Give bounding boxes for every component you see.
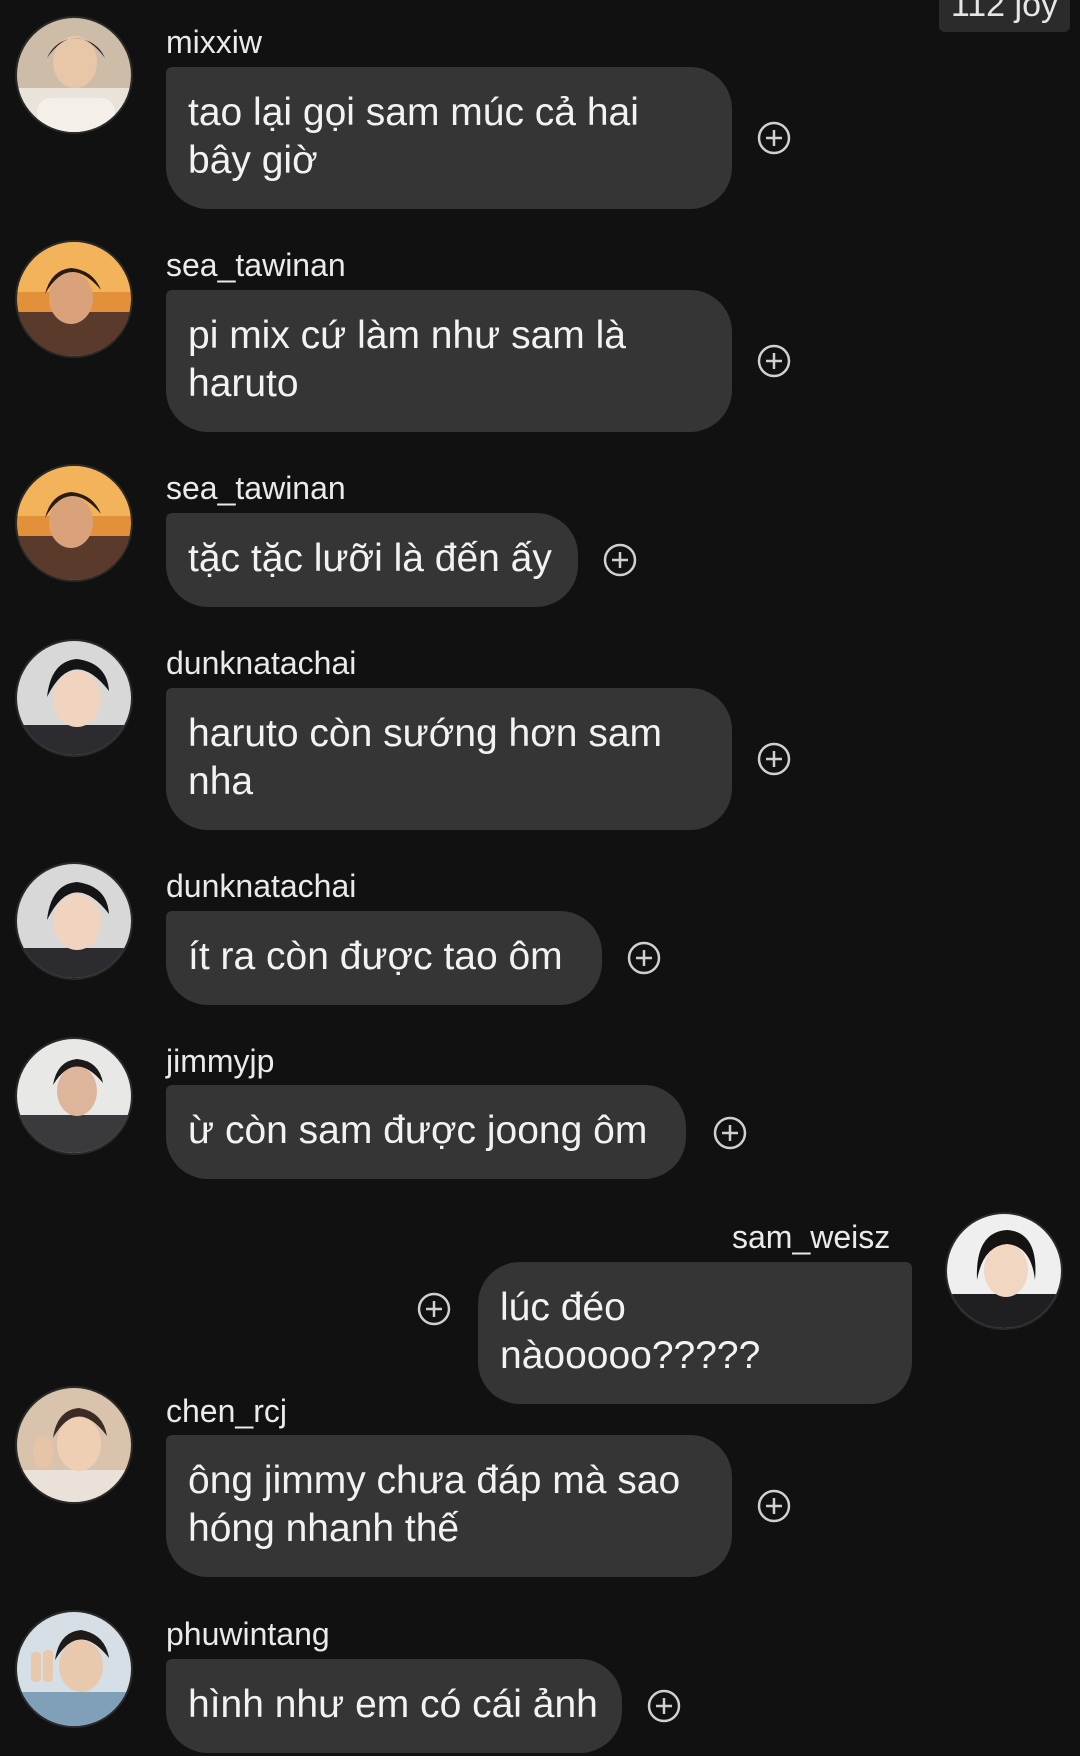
- avatar[interactable]: [15, 464, 133, 582]
- avatar[interactable]: [15, 862, 133, 980]
- avatar-photo-mixxiw: [17, 18, 131, 132]
- avatar[interactable]: [945, 1212, 1063, 1330]
- username[interactable]: mixxiw: [166, 24, 262, 61]
- username[interactable]: dunknatachai: [166, 645, 356, 682]
- top-badge: 112 joy: [938, 0, 1070, 32]
- avatar[interactable]: [15, 240, 133, 358]
- username[interactable]: chen_rcj: [166, 1393, 287, 1430]
- username[interactable]: jimmyjp: [166, 1043, 274, 1080]
- message-bubble[interactable]: ít ra còn được tao ôm: [166, 911, 602, 1005]
- message-bubble[interactable]: tao lại gọi sam múc cả hai bây giờ: [166, 67, 732, 209]
- avatar-photo-chen: [17, 1388, 131, 1502]
- add-reaction-icon[interactable]: [647, 1689, 681, 1723]
- add-reaction-icon[interactable]: [417, 1292, 451, 1326]
- add-reaction-icon[interactable]: [757, 742, 791, 776]
- message-bubble[interactable]: tặc tặc lưỡi là đến ấy: [166, 513, 578, 607]
- avatar-photo-sea: [17, 466, 131, 580]
- avatar-photo-sam: [947, 1214, 1061, 1328]
- avatar-photo-sea: [17, 242, 131, 356]
- add-reaction-icon[interactable]: [757, 1489, 791, 1523]
- avatar[interactable]: [15, 16, 133, 134]
- username[interactable]: sam_weisz: [732, 1219, 890, 1256]
- message-bubble[interactable]: haruto còn sướng hơn sam nha: [166, 688, 732, 830]
- avatar-photo-dunk: [17, 641, 131, 755]
- avatar-photo-phuwin: [17, 1612, 131, 1726]
- add-reaction-icon[interactable]: [603, 543, 637, 577]
- username[interactable]: dunknatachai: [166, 868, 356, 905]
- add-reaction-icon[interactable]: [627, 941, 661, 975]
- avatar[interactable]: [15, 1610, 133, 1728]
- message-bubble[interactable]: ừ còn sam được joong ôm: [166, 1085, 686, 1179]
- avatar-photo-dunk: [17, 864, 131, 978]
- username[interactable]: phuwintang: [166, 1616, 330, 1653]
- message-bubble[interactable]: pi mix cứ làm như sam là haruto: [166, 290, 732, 432]
- add-reaction-icon[interactable]: [757, 121, 791, 155]
- avatar[interactable]: [15, 1386, 133, 1504]
- avatar[interactable]: [15, 639, 133, 757]
- message-bubble[interactable]: hình như em có cái ảnh: [166, 1659, 622, 1753]
- username[interactable]: sea_tawinan: [166, 247, 346, 284]
- add-reaction-icon[interactable]: [757, 344, 791, 378]
- avatar-photo-jimmy: [17, 1039, 131, 1153]
- username[interactable]: sea_tawinan: [166, 470, 346, 507]
- avatar[interactable]: [15, 1037, 133, 1155]
- message-bubble[interactable]: ông jimmy chưa đáp mà sao hóng nhanh thế: [166, 1435, 732, 1577]
- message-bubble[interactable]: lúc đéo nàooooo?????: [478, 1262, 912, 1404]
- add-reaction-icon[interactable]: [713, 1116, 747, 1150]
